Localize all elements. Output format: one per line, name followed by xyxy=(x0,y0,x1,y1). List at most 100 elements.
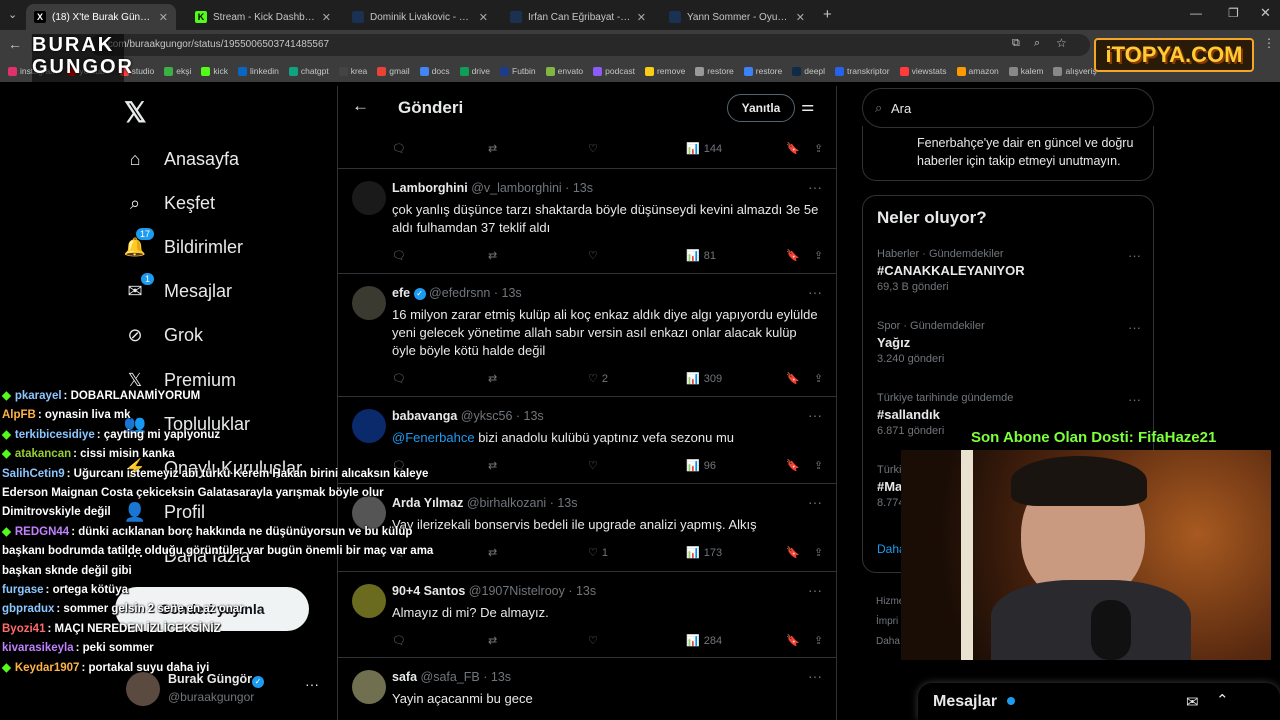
bookmark-icon[interactable]: 🔖 xyxy=(786,634,800,647)
tweet-author-name[interactable]: Arda Yılmaz xyxy=(392,496,463,510)
expand-icon[interactable]: ⌃ xyxy=(1216,691,1229,709)
bookmark-icon[interactable]: 🔖 xyxy=(786,546,800,559)
tweet-time[interactable]: 13s xyxy=(557,496,577,510)
bookmark-item[interactable]: restore xyxy=(743,66,782,76)
share-icon[interactable]: ⇪ xyxy=(814,459,823,472)
tweet-time[interactable]: 13s xyxy=(576,584,596,598)
like-action[interactable]: ♡ xyxy=(588,459,602,472)
tab-close-icon[interactable]: ✕ xyxy=(796,11,805,24)
bookmark-item[interactable]: chatgpt xyxy=(288,66,329,76)
new-tab-icon[interactable]: + xyxy=(823,6,832,23)
like-action[interactable]: ♡ 1 xyxy=(588,546,608,560)
tweet-avatar[interactable] xyxy=(352,584,386,618)
views-action[interactable]: 📊 284 xyxy=(686,634,722,648)
browser-tab[interactable]: Dominik Livakovic - Oyuncu pr ✕ xyxy=(344,4,496,30)
bookmark-item[interactable]: podcast xyxy=(593,66,635,76)
share-icon[interactable]: ⇪ xyxy=(814,249,823,262)
retweet-action[interactable]: ⇄ xyxy=(488,546,501,559)
tweet-more-icon[interactable]: ··· xyxy=(808,284,822,300)
back-icon[interactable]: ← xyxy=(8,36,22,52)
bookmark-item[interactable]: docs xyxy=(419,66,450,76)
browser-tab[interactable]: İrfan Can Eğribayat - Oyuncu p ✕ xyxy=(502,4,654,30)
browser-tab[interactable]: Yann Sommer - Oyuncu profili ✕ xyxy=(661,4,813,30)
tweet-mention-link[interactable]: @Fenerbahce xyxy=(392,430,475,445)
nav-item-grok[interactable]: ⊘ Grok xyxy=(122,319,203,353)
reply-action[interactable]: 🗨 xyxy=(392,634,410,647)
views-action[interactable]: 📊 173 xyxy=(686,546,722,560)
nav-item-search[interactable]: ⌕ Keşfet xyxy=(122,186,215,220)
tweet-author-name[interactable]: efe xyxy=(392,286,410,300)
trend-more-icon[interactable]: ··· xyxy=(1128,320,1141,335)
tweet-time[interactable]: 13s xyxy=(502,286,522,300)
messages-drawer[interactable]: Mesajlar ✉ ⌃ xyxy=(918,683,1280,720)
tab-close-icon[interactable]: ✕ xyxy=(637,11,646,24)
tweet-more-icon[interactable]: ··· xyxy=(808,179,822,195)
search-box[interactable]: ⌕ Ara xyxy=(862,88,1154,128)
tweet-time[interactable]: 13s xyxy=(573,181,593,195)
tab-list-icon[interactable]: ⌄ xyxy=(8,8,17,21)
trend-item[interactable]: Haberler · Gündemdekiler #CANAKKALEYANIYO… xyxy=(877,248,1141,314)
like-action[interactable]: ♡ 2 xyxy=(588,372,608,386)
tweet-more-icon[interactable]: ··· xyxy=(808,668,822,684)
nav-item-mail[interactable]: ✉ 1 Mesajlar xyxy=(122,272,232,309)
like-action[interactable]: ♡ xyxy=(588,249,602,262)
bookmark-item[interactable]: remove xyxy=(644,66,685,76)
like-icon[interactable]: ♡ xyxy=(588,142,598,155)
bookmark-item[interactable]: restore xyxy=(695,66,734,76)
bookmark-icon[interactable]: 🔖 xyxy=(786,459,800,472)
bookmark-item[interactable]: kalem xyxy=(1008,66,1043,76)
bookmark-star-icon[interactable]: ☆ xyxy=(1056,36,1067,50)
bookmark-item[interactable]: ekşi xyxy=(164,66,191,76)
tweet-more-icon[interactable]: ··· xyxy=(808,407,822,423)
retweet-action[interactable]: ⇄ xyxy=(488,249,501,262)
browser-tab[interactable]: X (18) X'te Burak Güngör: ""Doğru ✕ xyxy=(26,4,176,30)
tweet-avatar[interactable] xyxy=(352,181,386,215)
bookmark-item[interactable]: amazon xyxy=(956,66,999,76)
new-message-icon[interactable]: ✉ xyxy=(1186,693,1199,711)
tweet-author-name[interactable]: Lamborghini xyxy=(392,181,468,195)
bookmark-item[interactable]: alışveriş xyxy=(1053,66,1097,76)
tweet-more-icon[interactable]: ··· xyxy=(808,582,822,598)
retweet-icon[interactable]: ⇄ xyxy=(488,142,497,155)
account-more-icon[interactable]: ··· xyxy=(305,676,319,692)
tweet-author-name[interactable]: 90+4 Santos xyxy=(392,584,465,598)
zoom-icon[interactable]: ⌕ xyxy=(1034,37,1040,50)
trend-item[interactable]: Spor · Gündemdekiler Yağız 3.240 gönderi ··… xyxy=(877,320,1141,386)
bookmark-icon[interactable]: 🔖 xyxy=(786,372,800,385)
share-icon[interactable]: ⇪ xyxy=(814,546,823,559)
tweet-avatar[interactable] xyxy=(352,670,386,704)
bookmark-item[interactable]: viewstats xyxy=(899,66,947,76)
reply-action[interactable]: 🗨 xyxy=(392,372,410,385)
bookmark-item[interactable]: drive xyxy=(459,66,490,76)
reply-action[interactable]: 🗨 xyxy=(392,249,410,262)
tweet-author-name[interactable]: safa xyxy=(392,670,417,684)
minimize-icon[interactable]: — xyxy=(1190,6,1202,20)
tweet-handle[interactable]: @efedrsnn xyxy=(429,286,490,300)
tweet-author-name[interactable]: babavanga xyxy=(392,409,457,423)
nav-item-home[interactable]: ⌂ Anasayfa xyxy=(122,142,240,176)
views-action[interactable]: 📊 96 xyxy=(686,459,716,473)
like-action[interactable]: ♡ xyxy=(588,634,602,647)
tweet-handle[interactable]: @birhalkozani xyxy=(467,496,546,510)
bookmark-item[interactable]: gmail xyxy=(377,66,410,76)
tweet[interactable]: efe ✓ @efedrsnn · 13s ··· 16 milyon zarar … xyxy=(338,274,836,397)
close-window-icon[interactable]: ✕ xyxy=(1260,5,1271,21)
nav-item-bell[interactable]: 🔔 17 Bildirimler xyxy=(122,228,243,264)
bookmark-icon[interactable]: 🔖 xyxy=(786,142,800,155)
views-stat[interactable]: 📊 144 xyxy=(686,142,722,156)
bookmark-item[interactable]: transkriptor xyxy=(835,66,890,76)
bookmark-item[interactable]: linkedin xyxy=(238,66,279,76)
browser-tab[interactable]: K Stream - Kick Dashboard ✕ xyxy=(187,4,339,30)
tweet[interactable]: safa @safa_FB · 13s ··· Yayin açacanmi bu … xyxy=(338,658,836,720)
trend-more-icon[interactable]: ··· xyxy=(1128,392,1141,407)
tweet-handle[interactable]: @1907Nistelrooy xyxy=(469,584,565,598)
tweet[interactable]: 90+4 Santos @1907Nistelrooy · 13s ··· Alma… xyxy=(338,572,836,658)
tab-close-icon[interactable]: ✕ xyxy=(479,11,488,24)
tweet-time[interactable]: 13s xyxy=(491,670,511,684)
retweet-action[interactable]: ⇄ xyxy=(488,372,501,385)
screen-cast-icon[interactable]: ⧉ xyxy=(1012,37,1020,50)
back-arrow-icon[interactable]: ← xyxy=(352,96,369,116)
reply-icon[interactable]: 🗨 xyxy=(392,142,406,155)
bookmark-item[interactable]: krea xyxy=(338,66,367,76)
filter-icon[interactable]: ⚌ xyxy=(801,97,814,115)
